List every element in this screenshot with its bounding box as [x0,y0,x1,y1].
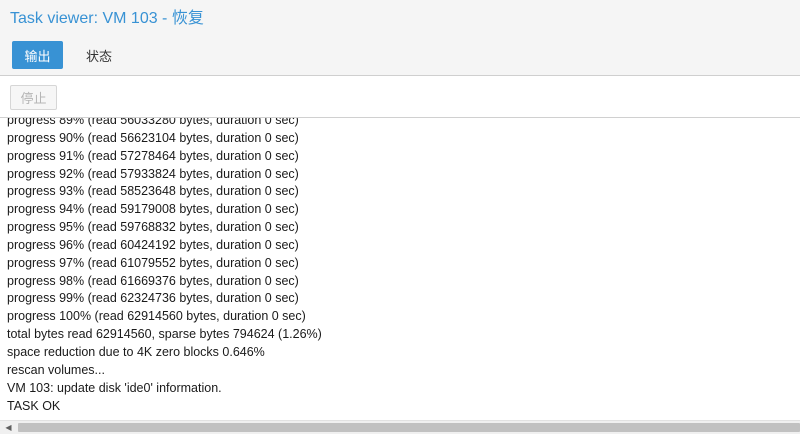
log-line: TASK OK [7,398,61,413]
log-line: progress 99% (read 62324736 bytes, durat… [7,291,299,306]
horizontal-scrollbar[interactable]: ◀ [0,420,800,434]
log-line: progress 97% (read 61079552 bytes, durat… [7,255,299,270]
toolbar: 停止 [0,76,800,118]
log-line: total bytes read 62914560, sparse bytes … [7,327,322,342]
tab-bar: 输出 状态 [0,32,800,76]
scroll-left-arrow-icon[interactable]: ◀ [0,421,17,434]
log-line: progress 90% (read 56623104 bytes, durat… [7,130,299,145]
log-line: progress 100% (read 62914560 bytes, dura… [7,309,306,324]
log-line: rescan volumes... [7,362,105,377]
log-line: progress 91% (read 57278464 bytes, durat… [7,148,299,163]
output-panel: 停止 progress 89% (read 56033280 bytes, du… [0,76,800,434]
log-line: progress 92% (read 57933824 bytes, durat… [7,166,299,181]
log-line: progress 93% (read 58523648 bytes, durat… [7,184,299,199]
window-title-bar: Task viewer: VM 103 - 恢复 [0,0,800,32]
log-line: progress 94% (read 59179008 bytes, durat… [7,202,299,217]
log-line: progress 89% (read 56033280 bytes, durat… [7,118,299,127]
log-line: progress 95% (read 59768832 bytes, durat… [7,220,299,235]
log-output[interactable]: progress 89% (read 56033280 bytes, durat… [0,118,800,420]
log-line: progress 96% (read 60424192 bytes, durat… [7,237,299,252]
log-line: progress 98% (read 61669376 bytes, durat… [7,273,299,288]
tab-status[interactable]: 状态 [73,41,125,69]
log-lines: progress 89% (read 56033280 bytes, durat… [7,118,322,415]
log-line: VM 103: update disk 'ide0' information. [7,380,222,395]
log-line: space reduction due to 4K zero blocks 0.… [7,344,265,359]
window-title: Task viewer: VM 103 - 恢复 [10,10,204,27]
stop-button[interactable]: 停止 [10,85,57,110]
tab-output[interactable]: 输出 [12,41,63,69]
scrollbar-thumb[interactable] [18,423,800,432]
